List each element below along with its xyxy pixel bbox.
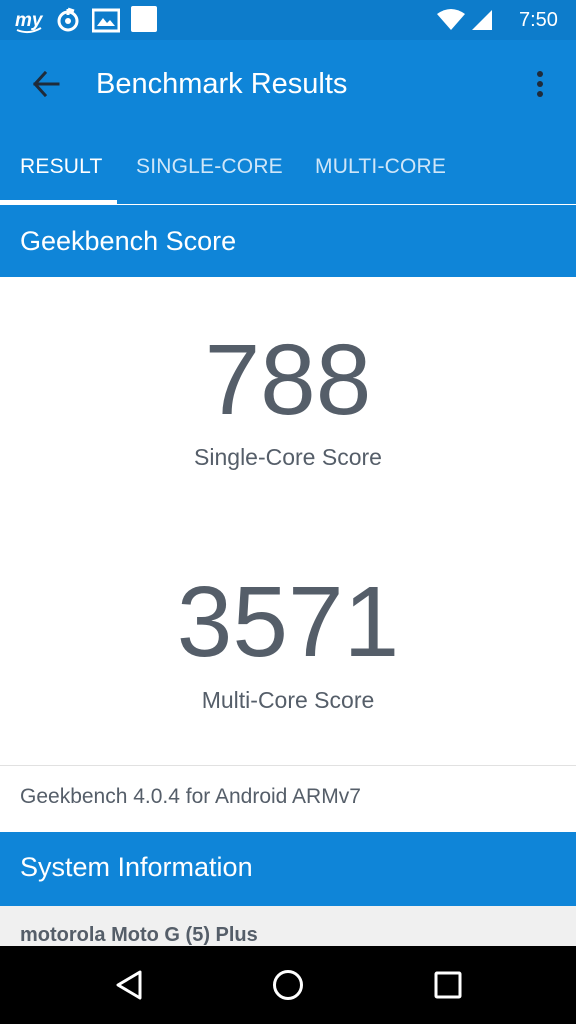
tab-result[interactable]: RESULT xyxy=(20,128,103,204)
geekbench-score-header: Geekbench Score xyxy=(0,205,576,277)
tab-bar: RESULT SINGLE-CORE MULTI-CORE xyxy=(0,128,576,204)
gallery-notification-icon xyxy=(92,6,120,34)
page-title: Benchmark Results xyxy=(96,68,348,100)
home-circle-icon[interactable] xyxy=(266,964,310,1006)
back-triangle-icon[interactable] xyxy=(108,964,150,1006)
multi-core-score-value: 3571 xyxy=(176,566,400,678)
geekbench-version-text: Geekbench 4.0.4 for Android ARMv7 xyxy=(20,785,361,808)
system-information-header: System Information xyxy=(0,832,576,906)
blank-notification-icon xyxy=(131,6,157,32)
single-core-score-value: 788 xyxy=(204,324,372,436)
music-notification-icon xyxy=(54,6,82,34)
divider xyxy=(0,765,576,766)
multi-core-score-label: Multi-Core Score xyxy=(201,687,375,713)
arrow-left-icon[interactable] xyxy=(24,62,68,106)
signal-icon xyxy=(470,8,494,32)
more-vert-icon[interactable] xyxy=(520,62,560,106)
wifi-icon xyxy=(436,8,466,32)
single-core-score-label: Single-Core Score xyxy=(194,444,382,470)
tab-multi-core[interactable]: MULTI-CORE xyxy=(315,128,446,204)
recents-square-icon[interactable] xyxy=(426,964,470,1006)
status-bar: my 7:50 xyxy=(0,0,576,40)
myntra-icon: my xyxy=(14,6,44,34)
tab-indicator xyxy=(0,200,117,204)
status-time: 7:50 xyxy=(519,9,558,31)
navigation-bar xyxy=(0,946,576,1024)
device-name: motorola Moto G (5) Plus xyxy=(20,924,258,946)
tab-single-core[interactable]: SINGLE-CORE xyxy=(136,128,283,204)
